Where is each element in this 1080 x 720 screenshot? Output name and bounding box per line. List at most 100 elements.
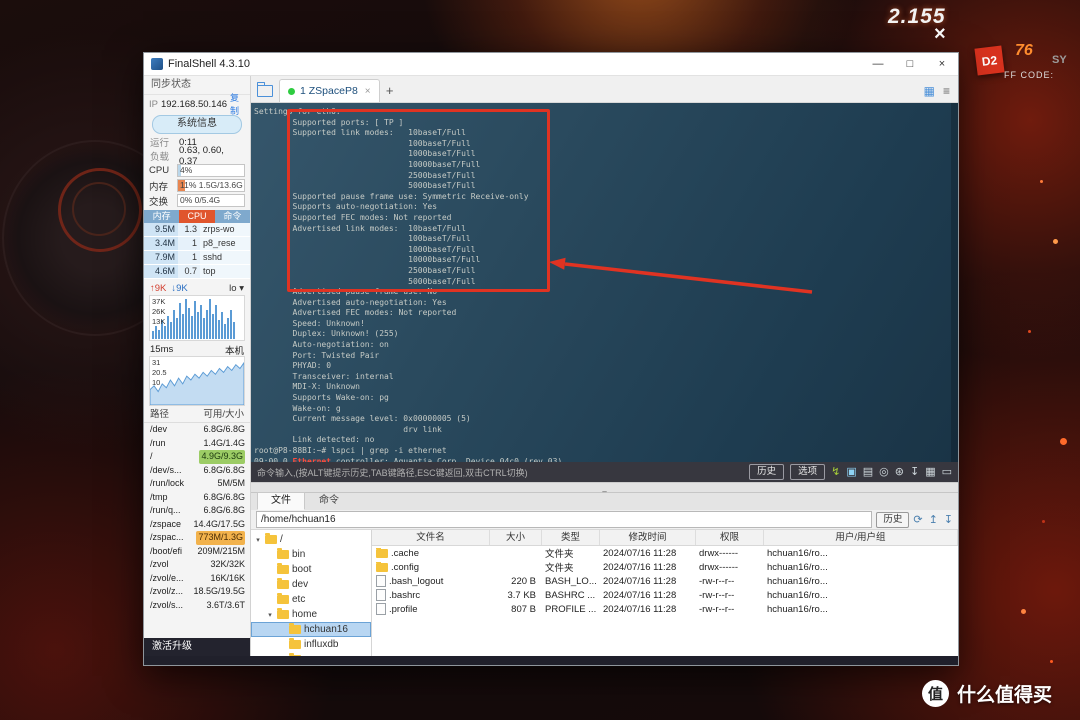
- column-header[interactable]: 权限: [696, 530, 764, 545]
- download-transfer-icon[interactable]: ↧: [944, 513, 953, 526]
- disk-row[interactable]: /zvol 32K/32K: [144, 558, 250, 572]
- net-bar: [182, 313, 184, 339]
- options-button[interactable]: 选项: [790, 464, 826, 480]
- file-name-cell: .cache: [372, 547, 490, 559]
- maximize-button[interactable]: □: [894, 53, 926, 75]
- process-row[interactable]: 9.5M 1.3 zrps-wo: [144, 223, 250, 237]
- disk-row[interactable]: /boot/efi 209M/215M: [144, 545, 250, 559]
- grid-view-icon[interactable]: ▦: [924, 84, 935, 98]
- terminal-output: Settings for eth0: Supported ports: [ TP…: [251, 103, 958, 462]
- proc-tab[interactable]: 内存: [144, 210, 180, 223]
- close-button[interactable]: ×: [926, 53, 958, 75]
- column-header[interactable]: 类型: [542, 530, 600, 545]
- terminal[interactable]: Settings for eth0: Supported ports: [ TP…: [251, 103, 958, 462]
- history-button[interactable]: 历史: [749, 464, 785, 480]
- process-row[interactable]: 4.6M 0.7 top: [144, 265, 250, 279]
- process-name: top: [200, 265, 250, 278]
- tab-command[interactable]: 命令: [305, 492, 353, 510]
- tab-zspacep8[interactable]: 1 ZSpaceP8 ×: [279, 79, 380, 102]
- tree-item[interactable]: bin: [251, 547, 371, 562]
- download-rate: ↓9K: [171, 282, 188, 294]
- network-header: ↑9K ↓9K lo ▾: [144, 281, 250, 295]
- disk-row[interactable]: /run/lock 5M/5M: [144, 477, 250, 491]
- connected-dot-icon: [288, 87, 295, 95]
- table-row[interactable]: .cache 文件夹 2024/07/16 11:28 drwx------ hchua…: [372, 546, 958, 560]
- tree-item[interactable]: influxdb: [251, 637, 371, 652]
- column-header[interactable]: 用户/用户组: [764, 530, 958, 545]
- disk-row[interactable]: /dev/s... 6.8G/6.8G: [144, 464, 250, 478]
- disk-row[interactable]: /zvol/s... 3.6T/3.6T: [144, 599, 250, 613]
- minimize-button[interactable]: —: [862, 53, 894, 75]
- tab-close-icon[interactable]: ×: [365, 86, 371, 97]
- disk-row[interactable]: /zspac... 773M/1.3G: [144, 531, 250, 545]
- disk-path: /: [150, 451, 153, 461]
- file-name-cell: .profile: [372, 603, 490, 615]
- command-input[interactable]: 命令输入,(按ALT键提示历史,TAB键路径,ESC键返回,双击CTRL切换): [257, 466, 741, 479]
- ping-host-tab[interactable]: 本机: [225, 343, 244, 357]
- table-row[interactable]: .bashrc 3.7 KB BASHRC ... 2024/07/16 11:28 -…: [372, 588, 958, 602]
- disk-row[interactable]: /zvol/z... 18.5G/19.5G: [144, 585, 250, 599]
- tree-item[interactable]: dev: [251, 577, 371, 592]
- tree-item[interactable]: ▾ /: [251, 532, 371, 547]
- disk-path: /run: [150, 437, 166, 448]
- ping-header: 15ms 本机: [144, 343, 250, 357]
- process-tabs: 内存 CPU 命令: [144, 210, 250, 223]
- tree-expand-icon[interactable]: ▾: [254, 536, 262, 544]
- file-owner: hchuan16/ro...: [767, 547, 828, 559]
- system-info-button[interactable]: 系统信息: [152, 114, 242, 134]
- path-input[interactable]: [256, 511, 873, 528]
- screen-icon[interactable]: ▭: [942, 465, 952, 479]
- disk-path: /zvol/e...: [150, 572, 184, 583]
- session-manager-button[interactable]: [251, 80, 279, 102]
- table-row[interactable]: .bash_logout 220 B BASH_LO... 2024/07/16 11…: [372, 574, 958, 588]
- table-row[interactable]: .config 文件夹 2024/07/16 11:28 drwx------ hchu…: [372, 560, 958, 574]
- disk-row[interactable]: / 4.9G/9.3G: [144, 450, 250, 464]
- refresh-icon[interactable]: ⟳: [913, 513, 922, 526]
- table-row[interactable]: .profile 807 B PROFILE ... 2024/07/16 11:28…: [372, 602, 958, 616]
- panel-icon[interactable]: ▦: [925, 465, 935, 479]
- path-history-button[interactable]: 历史: [876, 511, 910, 528]
- disk-row[interactable]: /dev 6.8G/6.8G: [144, 423, 250, 437]
- disk-row[interactable]: /run 1.4G/1.4G: [144, 437, 250, 451]
- column-header[interactable]: 修改时间: [600, 530, 696, 545]
- copy-icon[interactable]: ▣: [846, 465, 856, 479]
- activate-upgrade-button[interactable]: 激活升级: [144, 638, 250, 656]
- tree-item[interactable]: etc: [251, 592, 371, 607]
- menu-icon[interactable]: ≡: [943, 84, 950, 98]
- process-row[interactable]: 7.9M 1 sshd: [144, 251, 250, 265]
- disk-row[interactable]: /run/q... 6.8G/6.8G: [144, 504, 250, 518]
- tree-item[interactable]: hchuan16: [251, 622, 371, 637]
- file-table: 文件名 大小 类型 修改时间 权限 用户/用户组 .cache 文件夹 2024/07/16 …: [372, 530, 958, 656]
- column-header[interactable]: 大小: [490, 530, 542, 545]
- tree-item[interactable]: ▾ home: [251, 607, 371, 622]
- process-row[interactable]: 3.4M 1 p8_rese: [144, 237, 250, 251]
- title-bar[interactable]: FinalShell 4.3.10 — □ ×: [144, 53, 958, 76]
- upload-icon[interactable]: ↥: [929, 513, 938, 526]
- interface-select[interactable]: lo ▾: [229, 283, 244, 294]
- search-icon[interactable]: ◎: [879, 465, 889, 479]
- tree-expand-icon[interactable]: ▾: [266, 611, 274, 619]
- grep-highlight: Ethernet: [292, 456, 332, 462]
- tab-files[interactable]: 文件: [257, 492, 305, 510]
- proc-tab[interactable]: CPU: [179, 210, 215, 223]
- panel-splitter[interactable]: ≡: [251, 482, 958, 498]
- terminal-scrollbar[interactable]: [951, 103, 958, 462]
- process-mem: 3.4M: [144, 237, 178, 250]
- disk-row[interactable]: /zvol/e... 16K/16K: [144, 572, 250, 586]
- disk-row[interactable]: /zspace 14.4G/17.5G: [144, 518, 250, 532]
- run-icon[interactable]: ↯: [831, 465, 840, 479]
- download-icon[interactable]: ↧: [910, 465, 919, 479]
- settings-icon[interactable]: ⊛: [895, 465, 904, 479]
- process-mem: 7.9M: [144, 251, 178, 264]
- file-name: .bashrc: [389, 589, 421, 601]
- tree-item[interactable]: boot: [251, 562, 371, 577]
- net-bar: [224, 324, 226, 339]
- disk-row[interactable]: /tmp 6.8G/6.8G: [144, 491, 250, 505]
- file-mtime: 2024/07/16 11:28: [603, 589, 677, 601]
- process-cpu: 0.7: [178, 265, 200, 278]
- proc-tab[interactable]: 命令: [214, 210, 250, 223]
- process-name: sshd: [200, 251, 250, 264]
- column-header[interactable]: 文件名: [372, 530, 490, 545]
- paste-icon[interactable]: ▤: [863, 465, 873, 479]
- new-tab-button[interactable]: +: [380, 80, 400, 102]
